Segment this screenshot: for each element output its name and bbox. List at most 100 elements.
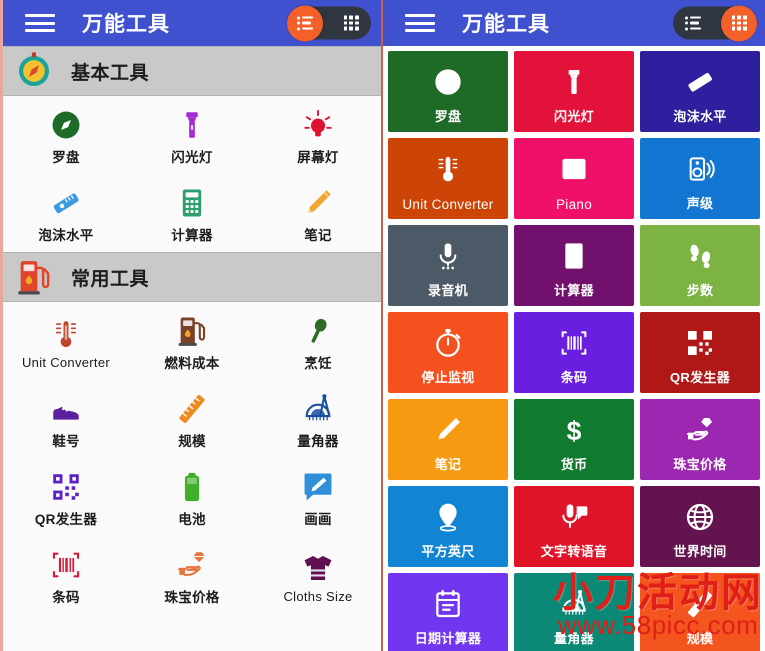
list-view-icon[interactable] xyxy=(673,7,713,40)
right-screen: 万能工具 罗盘 闪光灯 泡沫水平 Unit Converter Piano 声级录音机 计算… xyxy=(383,0,765,651)
right-tool-grid: 罗盘 闪光灯 泡沫水平 Unit Converter Piano 声级录音机 计算器 步数停止… xyxy=(383,46,765,651)
protractor-icon xyxy=(558,586,590,622)
grid-view-icon[interactable] xyxy=(331,7,371,40)
list-item-label: 燃料成本 xyxy=(164,356,220,371)
compass-icon xyxy=(432,64,464,100)
tool-tile[interactable]: 停止监视 xyxy=(388,312,508,393)
tool-tile[interactable]: QR发生器 xyxy=(640,312,760,393)
list-item[interactable]: Unit Converter xyxy=(3,302,129,380)
list-item-label: Cloths Size xyxy=(283,588,353,604)
list-item[interactable]: 泡沫水平 xyxy=(3,174,129,252)
tool-tile[interactable]: 世界时间 xyxy=(640,486,760,567)
pencil-icon xyxy=(301,182,335,220)
tool-tile[interactable]: 笔记 xyxy=(388,399,508,480)
tool-tile[interactable]: 录音机 xyxy=(388,225,508,306)
thermometer-icon xyxy=(49,313,83,351)
voice-chat-icon xyxy=(558,499,590,535)
list-item[interactable]: 鞋号 xyxy=(3,380,129,458)
tool-tile[interactable]: 珠宝价格 xyxy=(640,399,760,480)
barcode-icon xyxy=(558,325,590,361)
calculator-icon xyxy=(558,238,590,274)
level-icon xyxy=(49,182,83,220)
list-item[interactable]: 闪光灯 xyxy=(129,96,255,174)
list-item[interactable]: 屏幕灯 xyxy=(255,96,381,174)
list-item[interactable]: 条码 xyxy=(3,536,129,614)
tool-tile[interactable]: 日期计算器 xyxy=(388,573,508,651)
list-item-label: 画画 xyxy=(304,512,332,527)
list-item-label: 罗盘 xyxy=(52,150,80,165)
tool-tile-label: 闪光灯 xyxy=(554,109,594,124)
tool-tile-label: 步数 xyxy=(686,283,714,298)
list-item[interactable]: 画画 xyxy=(255,458,381,536)
qr-icon xyxy=(684,325,716,361)
page-title: 万能工具 xyxy=(462,13,550,36)
hamburger-icon[interactable] xyxy=(25,12,55,34)
thermometer-icon xyxy=(432,151,464,187)
ruler-icon xyxy=(175,388,209,426)
ruler-icon xyxy=(684,586,716,622)
section-header: 常用工具 xyxy=(3,252,381,302)
list-item[interactable]: Cloths Size xyxy=(255,536,381,614)
list-item-label: Unit Converter xyxy=(21,354,110,370)
list-item[interactable]: 罗盘 xyxy=(3,96,129,174)
list-item[interactable]: 规模 xyxy=(129,380,255,458)
list-item-label: 规模 xyxy=(178,434,206,449)
list-item[interactable]: 量角器 xyxy=(255,380,381,458)
tool-tile-label: Piano xyxy=(555,197,593,212)
tool-tile-label: 珠宝价格 xyxy=(673,457,727,472)
list-item-label: 鞋号 xyxy=(52,434,80,449)
protractor-icon xyxy=(301,388,335,426)
list-item-label: 电池 xyxy=(178,512,206,527)
hamburger-icon[interactable] xyxy=(405,12,435,34)
tool-tile[interactable]: 计算器 xyxy=(514,225,634,306)
bulb-icon xyxy=(301,104,335,142)
pencil-icon xyxy=(432,412,464,448)
tool-list-grid: Unit Converter 燃料成本 烹饪鞋号 规模 量角器 QR发生器 电池 画画条码 珠宝… xyxy=(3,302,381,614)
list-item[interactable]: 珠宝价格 xyxy=(129,536,255,614)
tool-tile[interactable]: 声级 xyxy=(640,138,760,219)
tool-list-grid: 罗盘 闪光灯 屏幕灯泡沫水平 计算器 笔记 xyxy=(3,96,381,252)
list-item[interactable]: QR发生器 xyxy=(3,458,129,536)
list-item[interactable]: 燃料成本 xyxy=(129,302,255,380)
dollar-icon: $ xyxy=(558,412,590,448)
list-item[interactable]: 烹饪 xyxy=(255,302,381,380)
tool-tile[interactable]: 罗盘 xyxy=(388,51,508,132)
list-item-label: 烹饪 xyxy=(304,356,332,371)
right-view-toggle[interactable] xyxy=(673,5,757,41)
list-view-icon[interactable] xyxy=(287,5,323,41)
tool-tile[interactable]: $ 货币 xyxy=(514,399,634,480)
tool-tile[interactable]: 平方英尺 xyxy=(388,486,508,567)
list-item[interactable]: 电池 xyxy=(129,458,255,536)
tool-tile-label: 条码 xyxy=(560,370,588,385)
tool-tile-label: Unit Converter xyxy=(402,197,494,212)
dual-screenshot-container: 万能工具 基本工具 罗盘 闪光灯 屏幕灯 泡沫水平 计算器 笔记 常用工具 Unit Conve… xyxy=(0,0,765,651)
map-pin-icon xyxy=(432,499,464,535)
list-item[interactable]: 计算器 xyxy=(129,174,255,252)
tool-tile-label: 世界时间 xyxy=(673,544,727,559)
flashlight-icon xyxy=(175,104,209,142)
tool-tile-label: 平方英尺 xyxy=(421,544,475,559)
list-item-label: 屏幕灯 xyxy=(297,150,339,165)
left-view-toggle[interactable] xyxy=(287,5,371,41)
tool-tile-label: 罗盘 xyxy=(434,109,462,124)
tool-tile-label: 泡沫水平 xyxy=(673,109,727,124)
tool-tile[interactable]: 规模 xyxy=(640,573,760,651)
tool-tile[interactable]: 步数 xyxy=(640,225,760,306)
tool-tile[interactable]: 量角器 xyxy=(514,573,634,651)
fuel-pump-icon xyxy=(175,310,209,348)
tool-tile[interactable]: 条码 xyxy=(514,312,634,393)
grid-view-icon[interactable] xyxy=(721,5,757,41)
tool-tile-label: 停止监视 xyxy=(421,370,475,385)
section-title: 常用工具 xyxy=(71,268,150,290)
tool-tile[interactable]: Piano xyxy=(514,138,634,219)
jewel-hand-icon xyxy=(175,544,209,582)
tool-tile[interactable]: 文字转语音 xyxy=(514,486,634,567)
tool-tile[interactable]: Unit Converter xyxy=(388,138,508,219)
list-item[interactable]: 笔记 xyxy=(255,174,381,252)
svg-text:$: $ xyxy=(567,416,582,446)
tool-tile[interactable]: 泡沫水平 xyxy=(640,51,760,132)
list-item-label: 泡沫水平 xyxy=(38,228,94,243)
compass-icon xyxy=(49,104,83,142)
tool-tile[interactable]: 闪光灯 xyxy=(514,51,634,132)
left-tool-list: 基本工具 罗盘 闪光灯 屏幕灯 泡沫水平 计算器 笔记 常用工具 Unit Converter 燃… xyxy=(3,46,381,614)
